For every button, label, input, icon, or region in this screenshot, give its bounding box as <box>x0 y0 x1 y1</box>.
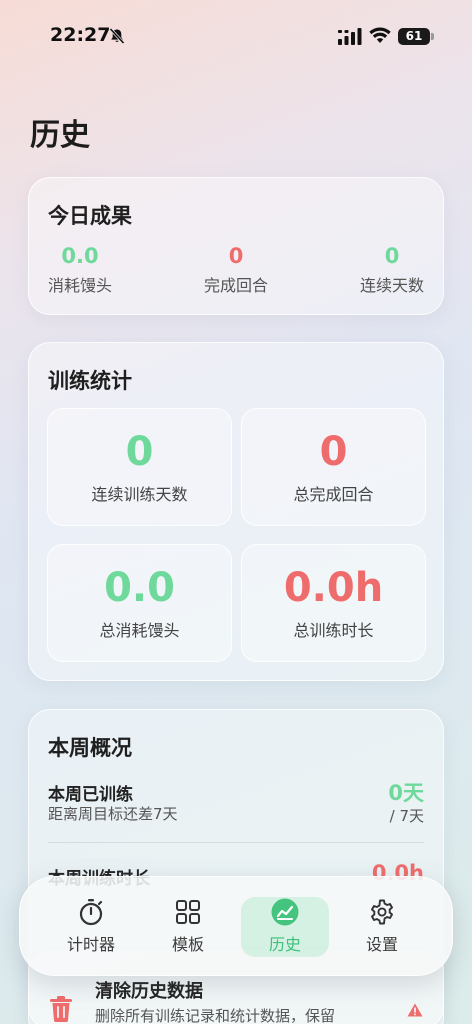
bottom-tab-bar: 计时器 模板 历史 设置 <box>19 876 453 976</box>
week-trained-title: 本周已训练 <box>48 785 133 805</box>
week-overview-title: 本周概况 <box>48 736 132 760</box>
today-stat-mantou: 0.0 消耗馒头 <box>48 244 112 296</box>
tab-settings[interactable]: 设置 <box>338 897 426 957</box>
status-bar: 22:27 61 <box>0 0 472 74</box>
tile-total-mantou: 0.0 总消耗馒头 <box>47 544 232 662</box>
battery-icon: 61 <box>398 28 434 45</box>
tile-total-duration-value: 0.0h <box>283 565 384 611</box>
trash-icon <box>50 996 72 1022</box>
grid-icon <box>176 900 200 924</box>
tab-timer-label: 计时器 <box>66 935 115 954</box>
clear-history-subtitle: 删除所有训练记录和统计数据，保留 <box>95 1007 336 1024</box>
tile-streak-days-value: 0 <box>125 429 154 475</box>
status-time: 22:27 <box>50 24 111 46</box>
today-stat-streak: 0 连续天数 <box>360 244 424 296</box>
today-rounds-label: 完成回合 <box>204 276 269 295</box>
today-mantou-value: 0.0 <box>61 244 99 268</box>
stopwatch-icon <box>79 899 103 926</box>
tab-timer[interactable]: 计时器 <box>47 897 135 957</box>
tile-total-rounds: 0 总完成回合 <box>241 408 426 526</box>
tab-templates-label: 模板 <box>171 935 204 954</box>
week-trained-goal: / 7天 <box>389 807 424 825</box>
tile-total-rounds-label: 总完成回合 <box>293 485 374 504</box>
today-streak-value: 0 <box>384 244 400 268</box>
tab-templates[interactable]: 模板 <box>144 897 232 957</box>
tab-history-label: 历史 <box>268 935 301 954</box>
signal-icon <box>338 28 362 45</box>
tile-streak-days-label: 连续训练天数 <box>91 485 188 504</box>
tile-total-mantou-value: 0.0 <box>104 565 175 611</box>
warning-icon <box>407 1003 423 1017</box>
week-trained-subtitle: 距离周目标还差7天 <box>48 805 178 823</box>
today-results-title: 今日成果 <box>48 204 132 228</box>
training-stats-card: 训练统计 0 连续训练天数 0 总完成回合 0.0 总消耗馒头 0.0h 总训练… <box>28 342 444 681</box>
today-mantou-label: 消耗馒头 <box>48 276 113 295</box>
training-stats-title: 训练统计 <box>48 369 132 393</box>
tile-total-duration: 0.0h 总训练时长 <box>241 544 426 662</box>
wifi-icon <box>369 27 391 43</box>
clear-history-title: 清除历史数据 <box>95 981 203 1002</box>
tab-history[interactable]: 历史 <box>241 897 329 957</box>
week-trained-value: 0天 <box>388 781 424 805</box>
today-results-card: 今日成果 0.0 消耗馒头 0 完成回合 0 连续天数 <box>28 177 444 315</box>
tab-settings-label: 设置 <box>365 935 398 954</box>
today-stat-rounds: 0 完成回合 <box>204 244 268 296</box>
tile-total-mantou-label: 总消耗馒头 <box>99 621 180 640</box>
today-streak-label: 连续天数 <box>360 276 425 295</box>
page-title: 历史 <box>30 118 90 153</box>
today-rounds-value: 0 <box>228 244 244 268</box>
chart-icon <box>271 898 299 926</box>
bell-muted-icon <box>109 27 125 45</box>
gear-icon <box>371 899 393 925</box>
divider <box>48 842 424 843</box>
tile-total-duration-label: 总训练时长 <box>293 621 374 640</box>
tile-streak-days: 0 连续训练天数 <box>47 408 232 526</box>
tile-total-rounds-value: 0 <box>319 429 348 475</box>
